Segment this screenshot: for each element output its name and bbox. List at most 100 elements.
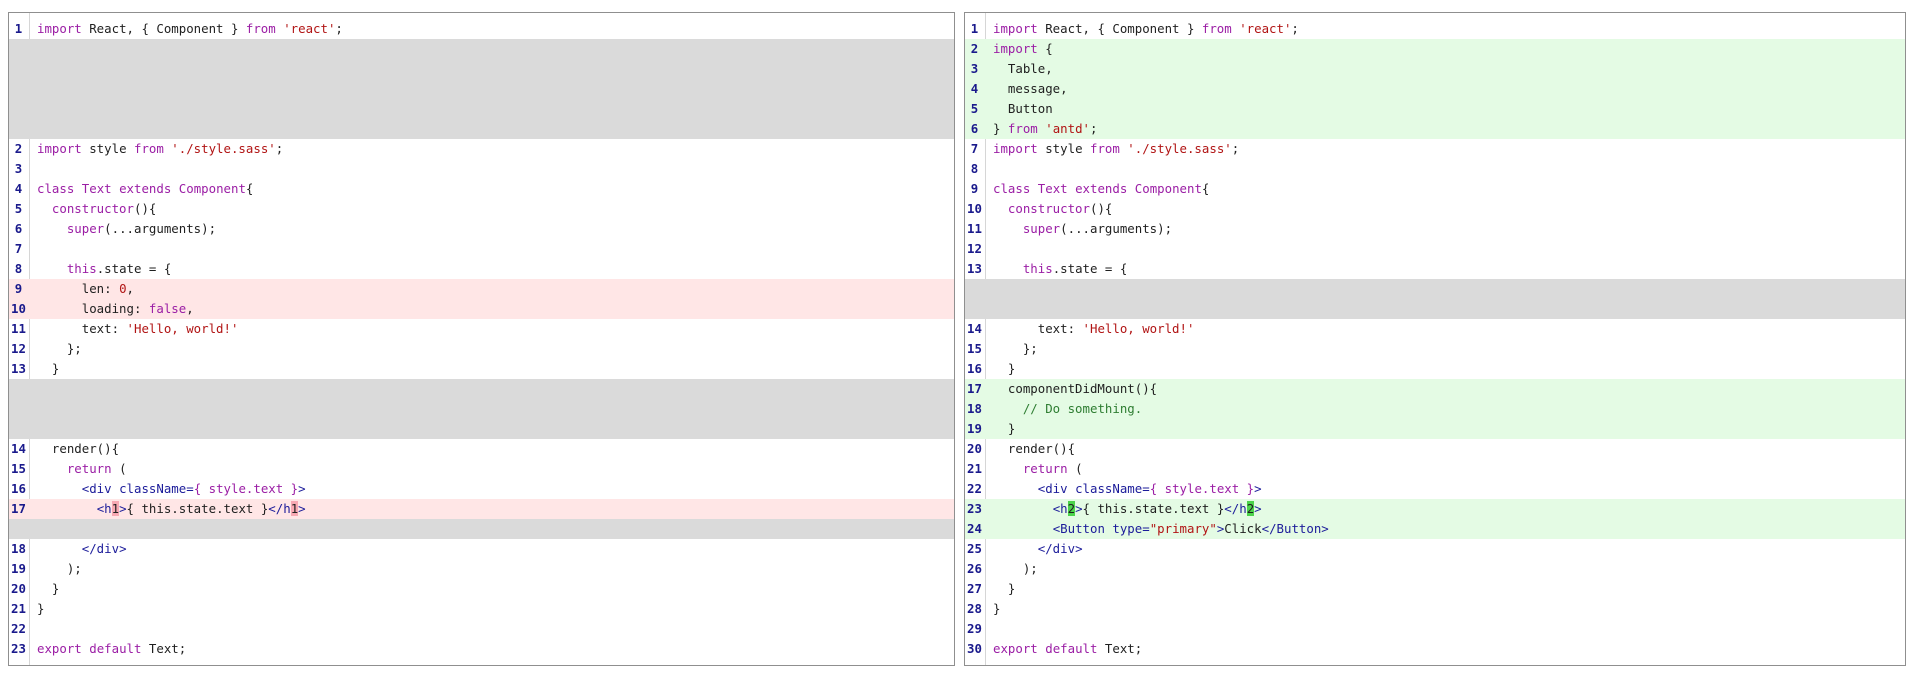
code-token: super <box>66 221 105 236</box>
code-token: from <box>133 141 164 156</box>
code-token: React, { Component } <box>1037 21 1202 36</box>
code-line: 12 <box>965 239 1905 259</box>
diff-filler-line <box>9 119 954 139</box>
line-code: len: 0, <box>37 279 954 299</box>
code-token: this <box>66 261 97 276</box>
code-token: } <box>993 421 1016 436</box>
line-code: } <box>37 359 954 379</box>
code-token: , <box>126 281 134 296</box>
code-line: 20 } <box>9 579 954 599</box>
code-token: (...arguments); <box>1060 221 1173 236</box>
line-number: 8 <box>14 261 23 276</box>
code-token: export <box>37 641 82 656</box>
line-number: 17 <box>967 381 982 396</box>
code-token: Component <box>178 181 246 196</box>
code-token: > <box>298 481 306 496</box>
line-number: 17 <box>11 501 26 516</box>
diff-filler-line <box>9 39 954 59</box>
code-token: .state = { <box>96 261 172 276</box>
code-line: 3 <box>9 159 954 179</box>
diff-filler-line <box>9 59 954 79</box>
code-token: React, { Component } <box>81 21 246 36</box>
code-line: 8 <box>965 159 1905 179</box>
code-token: from <box>245 21 276 36</box>
diff-pane-modified[interactable]: 1 import React, { Component } from 'react… <box>964 12 1906 666</box>
code-token: ); <box>37 561 82 576</box>
code-token: { style.text } <box>193 481 299 496</box>
line-number: 28 <box>967 601 982 616</box>
code-token: ; <box>275 141 284 156</box>
code-token: { this.state.text } <box>126 501 269 516</box>
line-number: 25 <box>967 541 982 556</box>
line-number: 22 <box>11 621 26 636</box>
code-token: > <box>1075 501 1083 516</box>
code-token: <div <box>81 481 120 496</box>
line-code: </div> <box>37 539 954 559</box>
added-line: 3 Table, <box>965 59 1905 79</box>
line-number: 10 <box>967 201 982 216</box>
code-token: text: <box>37 321 127 336</box>
line-number: 15 <box>11 461 26 476</box>
line-number: 11 <box>967 221 982 236</box>
code-token: , <box>186 301 194 316</box>
code-line: 9 class Text extends Component{ <box>965 179 1905 199</box>
line-code: } from 'antd'; <box>993 119 1905 139</box>
line-number: 6 <box>14 221 23 236</box>
line-number: 23 <box>967 501 982 516</box>
line-code: constructor(){ <box>993 199 1905 219</box>
code-token: './style.sass' <box>1127 141 1232 156</box>
diff-filler-line <box>965 299 1905 319</box>
code-token: <div <box>1037 481 1076 496</box>
code-token: text: <box>993 321 1083 336</box>
diff-filler-line <box>9 99 954 119</box>
code-token: from <box>1007 121 1038 136</box>
line-code: return ( <box>37 459 954 479</box>
code-token: }; <box>37 341 82 356</box>
code-token: } <box>37 361 60 376</box>
line-number: 26 <box>967 561 982 576</box>
line-code: export default Text; <box>37 639 954 659</box>
code-token: (){ <box>133 201 157 216</box>
code-line: 16 } <box>965 359 1905 379</box>
line-number: 27 <box>967 581 982 596</box>
line-code: } <box>993 359 1905 379</box>
code-token: componentDidMount(){ <box>993 381 1158 396</box>
line-code: <div className={ style.text }> <box>37 479 954 499</box>
diff-filler-line <box>9 419 954 439</box>
code-token: className= <box>119 481 194 496</box>
line-code: this.state = { <box>37 259 954 279</box>
line-code: componentDidMount(){ <box>993 379 1905 399</box>
added-line: 5 Button <box>965 99 1905 119</box>
code-token: } <box>993 361 1016 376</box>
diff-pane-original[interactable]: 1 import React, { Component } from 'react… <box>8 12 955 666</box>
code-line: 7 import style from './style.sass'; <box>965 139 1905 159</box>
code-token: "primary" <box>1149 521 1217 536</box>
code-token: Click <box>1224 521 1262 536</box>
deleted-line: 10 loading: false, <box>9 299 954 319</box>
line-code: </div> <box>993 539 1905 559</box>
line-number: 3 <box>970 61 979 76</box>
code-token: ); <box>993 561 1038 576</box>
code-token: render(){ <box>993 441 1076 456</box>
code-token: </Button> <box>1261 521 1329 536</box>
line-number: 21 <box>11 601 26 616</box>
line-code: }; <box>993 339 1905 359</box>
code-token: constructor <box>1007 201 1090 216</box>
line-code: message, <box>993 79 1905 99</box>
code-token: type= <box>1112 521 1150 536</box>
code-line: 1 import React, { Component } from 'react… <box>9 19 954 39</box>
line-code: render(){ <box>37 439 954 459</box>
added-line: 4 message, <box>965 79 1905 99</box>
code-line: 13 } <box>9 359 954 379</box>
line-code: return ( <box>993 459 1905 479</box>
code-token: Text; <box>1097 641 1143 656</box>
